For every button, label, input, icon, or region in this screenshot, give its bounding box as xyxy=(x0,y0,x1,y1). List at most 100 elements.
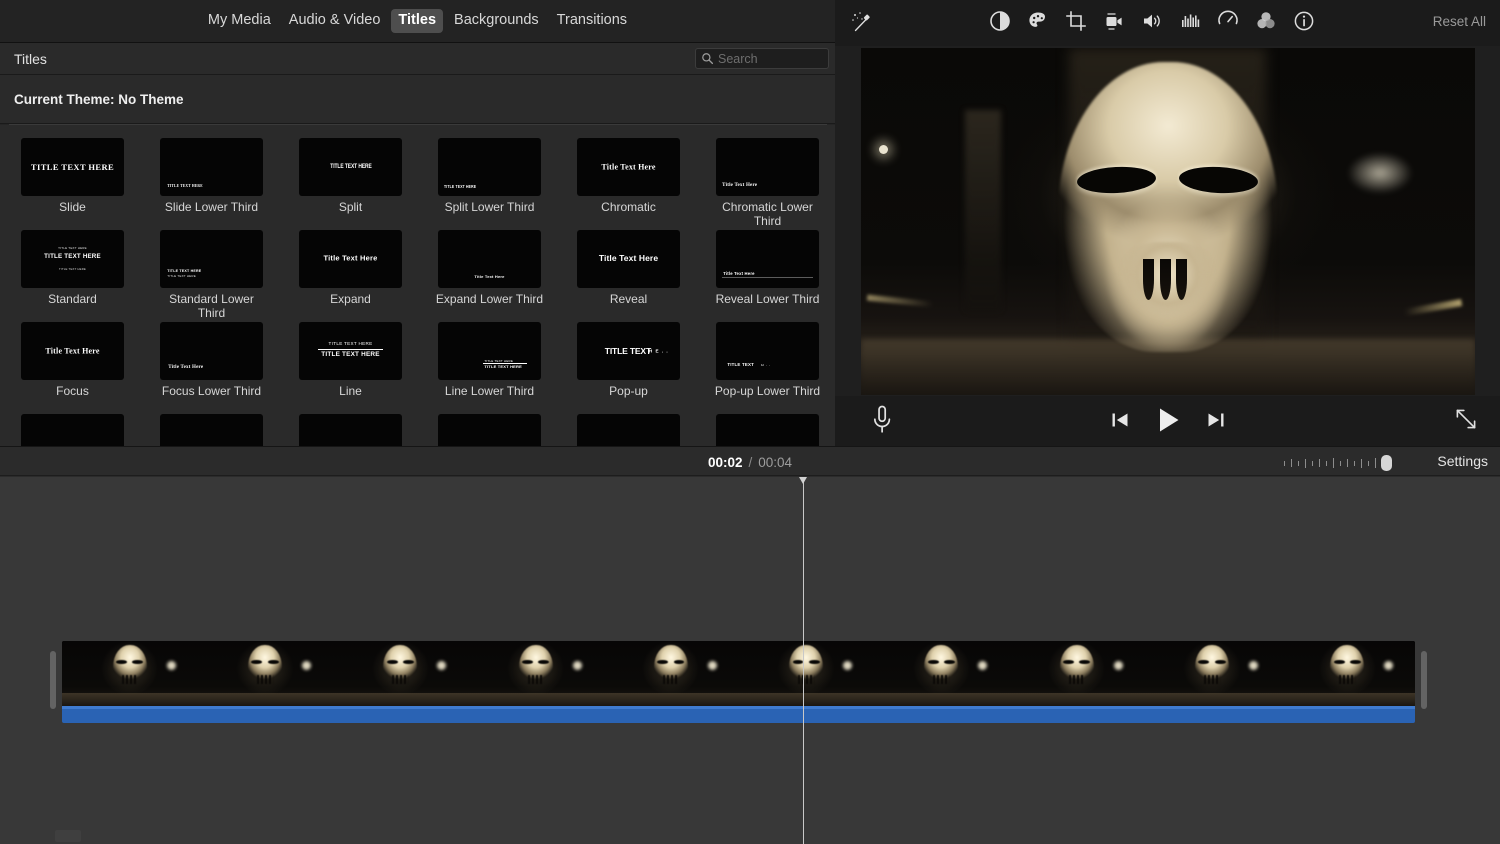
play-icon[interactable] xyxy=(1153,405,1183,435)
title-name: Focus Lower Third xyxy=(161,384,262,398)
title-thumbnail[interactable]: Title Text Here xyxy=(577,138,680,196)
title-thumbnail[interactable]: TITLE TEXT HERE TITLE TEXT HERE xyxy=(438,322,541,380)
title-item-split-lower-third[interactable]: TITLE TEXT HERE Split Lower Third xyxy=(430,138,549,228)
title-thumbnail[interactable]: TITLE TEXT H E . . xyxy=(577,322,680,380)
volume-icon[interactable] xyxy=(1139,8,1165,34)
title-thumbnail[interactable]: Title Text Here xyxy=(716,138,819,196)
title-item-partial[interactable] xyxy=(430,414,549,446)
title-item-standard[interactable]: TITLE TEXT HERE TITLE TEXT HERE TITLE TE… xyxy=(13,230,132,320)
current-time: 00:02 xyxy=(707,454,743,470)
clip-filmstrip xyxy=(62,641,1415,706)
thumb-preview-text: Title Text Here xyxy=(601,162,656,172)
title-item-partial[interactable] xyxy=(13,414,132,446)
title-item-chromatic-lower-third[interactable]: Title Text Here Chromatic Lower Third xyxy=(708,138,827,228)
stabilization-icon[interactable] xyxy=(1101,8,1127,34)
title-item-reveal-lower-third[interactable]: Title Text Here Reveal Lower Third xyxy=(708,230,827,320)
title-item-popup[interactable]: TITLE TEXT H E . . Pop-up xyxy=(569,322,688,412)
title-thumbnail[interactable] xyxy=(438,414,541,446)
transport-controls xyxy=(835,405,1500,435)
titles-grid-scroll[interactable]: TITLE TEXT HERE Slide TITLE TEXT HERE Sl… xyxy=(0,125,835,446)
title-item-line[interactable]: TITLE TEXT HERE TITLE TEXT HERE Line xyxy=(291,322,410,412)
settings-button[interactable]: Settings xyxy=(1437,453,1488,469)
search-field[interactable] xyxy=(695,48,829,69)
reset-all-button[interactable]: Reset All xyxy=(1433,14,1486,29)
title-item-slide-lower-third[interactable]: TITLE TEXT HERE Slide Lower Third xyxy=(152,138,271,228)
title-thumbnail[interactable]: Title Text Here xyxy=(160,322,263,380)
title-item-partial[interactable] xyxy=(708,414,827,446)
info-icon[interactable] xyxy=(1291,8,1317,34)
thumb-preview-text: TITLE TEXT HERE xyxy=(444,184,477,190)
tab-titles[interactable]: Titles xyxy=(391,9,444,33)
title-item-partial[interactable] xyxy=(291,414,410,446)
zoom-slider-ticks xyxy=(1284,458,1376,468)
current-theme-bar[interactable]: Current Theme: No Theme xyxy=(0,75,835,124)
title-item-partial[interactable] xyxy=(152,414,271,446)
tab-my-media[interactable]: My Media xyxy=(201,9,278,32)
title-item-line-lower-third[interactable]: TITLE TEXT HERE TITLE TEXT HERE Line Low… xyxy=(430,322,549,412)
thumb-preview-text: Title Text Here xyxy=(722,183,758,189)
title-thumbnail[interactable]: TITLE TEXT HERE xyxy=(438,138,541,196)
title-thumbnail[interactable] xyxy=(21,414,124,446)
timeline-clip[interactable] xyxy=(50,641,1427,723)
thumb-preview-text: TITLE TEXT HERE xyxy=(44,253,101,261)
title-item-slide[interactable]: TITLE TEXT HERE Slide xyxy=(13,138,132,228)
color-correction-icon[interactable] xyxy=(1025,8,1051,34)
browser-header: Titles xyxy=(0,43,835,75)
clip-trim-handle-right[interactable] xyxy=(1421,651,1427,709)
video-preview[interactable] xyxy=(860,47,1475,395)
tab-backgrounds[interactable]: Backgrounds xyxy=(447,9,546,32)
tab-audio-video[interactable]: Audio & Video xyxy=(282,9,388,32)
search-input[interactable] xyxy=(718,51,823,66)
clip-audio-waveform[interactable] xyxy=(62,706,1415,723)
filmstrip-frame xyxy=(873,641,1010,706)
title-item-focus-lower-third[interactable]: Title Text Here Focus Lower Third xyxy=(152,322,271,412)
zoom-slider-knob[interactable] xyxy=(1381,455,1392,471)
title-thumbnail[interactable]: TITLE TEXT HERE TITLE TEXT HERE xyxy=(299,322,402,380)
title-name: Split xyxy=(338,200,363,214)
timeline-panel[interactable] xyxy=(0,477,1500,844)
timeline-playhead[interactable] xyxy=(799,477,807,844)
title-thumbnail[interactable]: TITLE TEXT HERE xyxy=(299,138,402,196)
title-thumbnail[interactable] xyxy=(716,414,819,446)
title-thumbnail[interactable]: TITLE TEXT HERE TITLE TEXT HERE TITLE TE… xyxy=(21,230,124,288)
title-item-reveal[interactable]: Title Text Here Reveal xyxy=(569,230,688,320)
skip-to-end-icon[interactable] xyxy=(1205,409,1227,431)
title-thumbnail[interactable]: TITLE TEXT HERE xyxy=(21,138,124,196)
title-item-popup-lower-third[interactable]: TITLE TEXT H . . Pop-up Lower Third xyxy=(708,322,827,412)
skip-to-start-icon[interactable] xyxy=(1109,409,1131,431)
thumb-preview-text: Title Text Here xyxy=(723,271,755,277)
title-name: Slide Lower Third xyxy=(164,200,259,214)
timeline-zoom-slider[interactable] xyxy=(1284,455,1392,471)
title-thumbnail[interactable]: Title Text Here xyxy=(577,230,680,288)
title-item-expand[interactable]: Title Text Here Expand xyxy=(291,230,410,320)
title-name: Standard Lower Third xyxy=(169,292,254,320)
tab-transitions[interactable]: Transitions xyxy=(550,9,634,32)
title-thumbnail[interactable] xyxy=(160,414,263,446)
title-item-chromatic[interactable]: Title Text Here Chromatic xyxy=(569,138,688,228)
timeline-bottom-control[interactable] xyxy=(55,830,81,842)
title-thumbnail[interactable]: Title Text Here xyxy=(21,322,124,380)
crop-icon[interactable] xyxy=(1063,8,1089,34)
audio-equalizer-icon[interactable] xyxy=(1177,8,1203,34)
title-thumbnail[interactable]: TITLE TEXT HERE TITLE TEXT HERE xyxy=(160,230,263,288)
title-thumbnail[interactable] xyxy=(299,414,402,446)
magic-wand-icon[interactable] xyxy=(849,10,875,36)
title-thumbnail[interactable] xyxy=(577,414,680,446)
title-item-standard-lower-third[interactable]: TITLE TEXT HERE TITLE TEXT HERE Standard… xyxy=(152,230,271,320)
expand-arrows-icon[interactable] xyxy=(1452,405,1480,433)
color-balance-icon[interactable] xyxy=(987,8,1013,34)
title-thumbnail[interactable]: Title Text Here xyxy=(716,230,819,288)
title-thumbnail[interactable]: TITLE TEXT H . . xyxy=(716,322,819,380)
speed-icon[interactable] xyxy=(1215,8,1241,34)
title-item-split[interactable]: TITLE TEXT HERE Split xyxy=(291,138,410,228)
title-thumbnail[interactable]: Title Text Here xyxy=(299,230,402,288)
title-item-focus[interactable]: Title Text Here Focus xyxy=(13,322,132,412)
clip-trim-handle-left[interactable] xyxy=(50,651,56,709)
title-item-expand-lower-third[interactable]: Title Text Here Expand Lower Third xyxy=(430,230,549,320)
thumb-preview-text: TITLE TEXT HERE xyxy=(484,363,523,369)
filters-icon[interactable] xyxy=(1253,8,1279,34)
title-thumbnail[interactable]: TITLE TEXT HERE xyxy=(160,138,263,196)
title-item-partial[interactable] xyxy=(569,414,688,446)
title-thumbnail[interactable]: Title Text Here xyxy=(438,230,541,288)
preview-highlight xyxy=(1347,151,1414,194)
